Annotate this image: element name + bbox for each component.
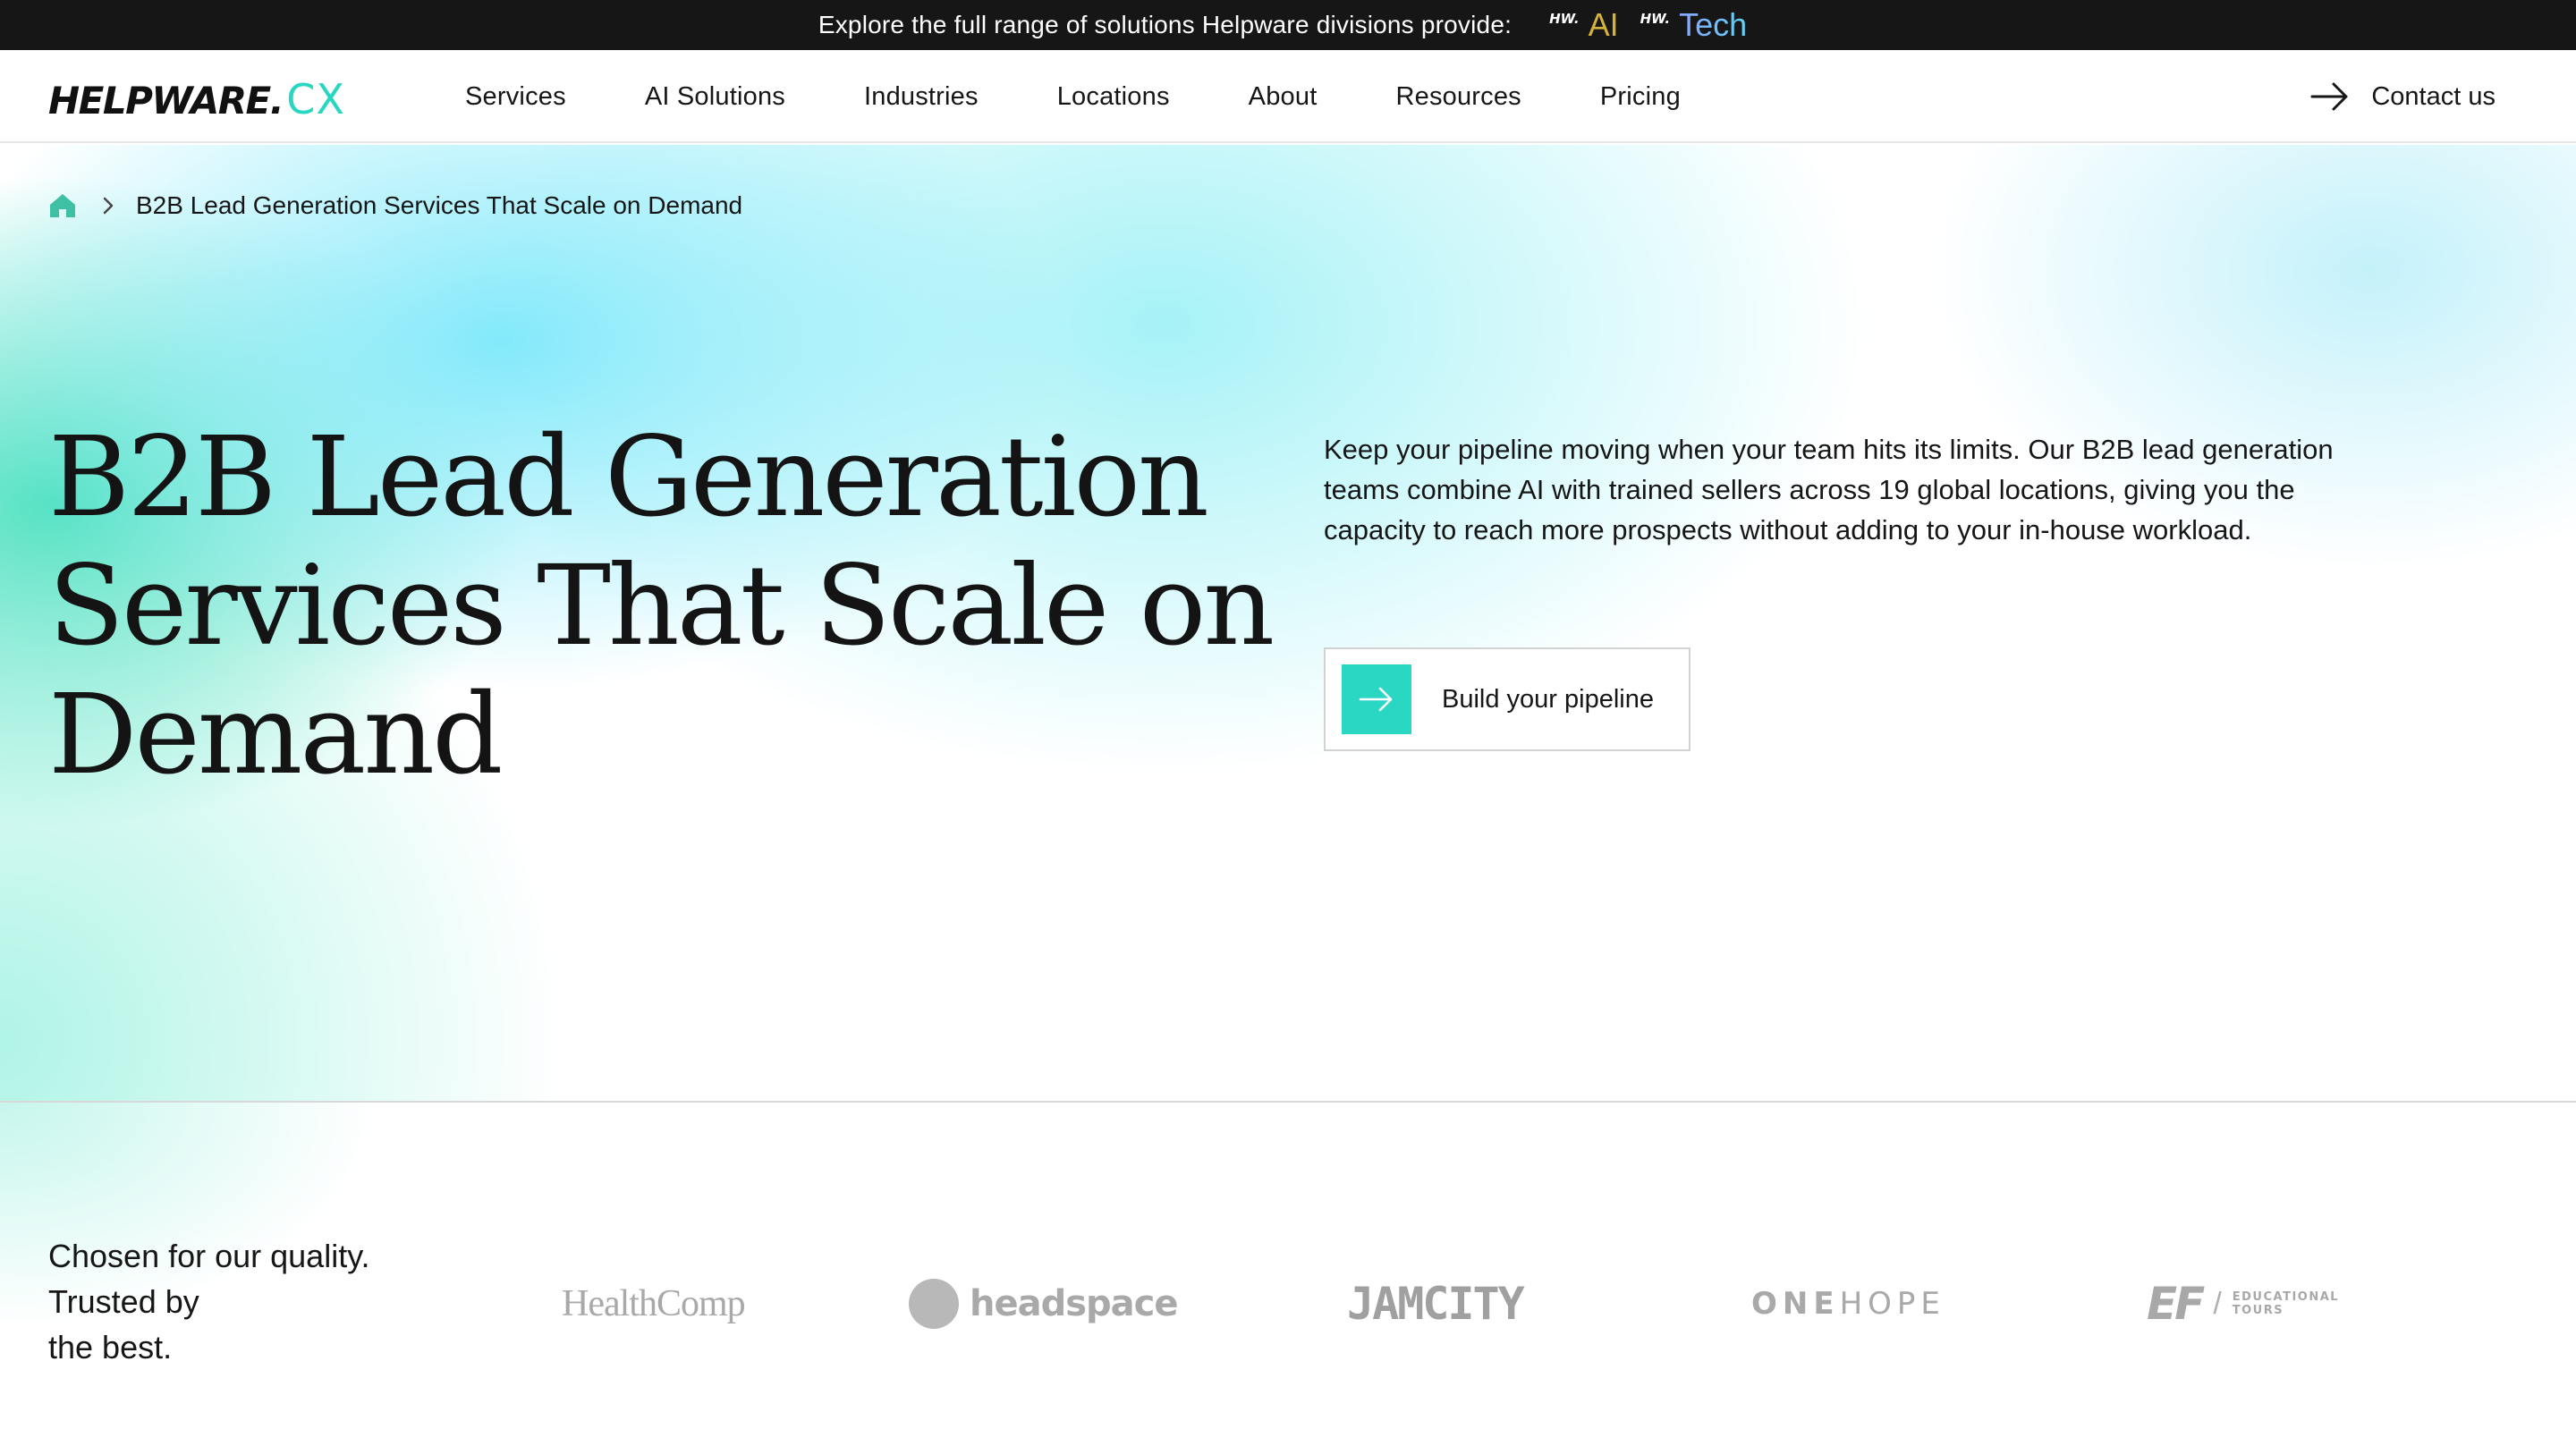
nav-pricing[interactable]: Pricing [1600, 82, 1681, 112]
helpware-cx-logo[interactable]: HELPWARE. CX [48, 75, 345, 123]
contact-us-label: Contact us [2371, 81, 2496, 111]
hw-mark: HW. [1549, 11, 1580, 27]
hero-section: B2B Lead Generation Services That Scale … [0, 145, 2576, 1102]
client-logo-ef-tours: EF / EDUCATIONAL TOURS [2147, 1268, 2349, 1340]
ef-separator: / [2213, 1286, 2222, 1321]
nav-locations[interactable]: Locations [1057, 82, 1170, 112]
breadcrumb-current: B2B Lead Generation Services That Scale … [136, 191, 743, 219]
division-name-ai: AI [1588, 6, 1619, 43]
nav-ai-solutions[interactable]: AI Solutions [645, 82, 785, 112]
client-logo-jamcity: JAMCITY [1347, 1268, 1525, 1340]
trusted-by-section: Chosen for our quality. Trusted by the b… [0, 1103, 2576, 1429]
chevron-right-icon [103, 197, 114, 215]
healthcomp-wordmark: HealthComp [562, 1283, 746, 1324]
announcement-text: Explore the full range of solutions Help… [818, 11, 1513, 38]
onehope-wordmark-b: HOPE [1839, 1286, 1945, 1322]
arrow-right-icon [1359, 687, 1393, 712]
division-link-ai[interactable]: HW. AI [1549, 7, 1619, 43]
arrow-right-icon [2310, 82, 2348, 111]
logo-suffix: CX [286, 75, 345, 123]
site-header: HELPWARE. CX Services AI Solutions Indus… [0, 50, 2576, 143]
client-logos: HealthComp headspace JAMCITY ONE HOPE EF … [0, 1103, 2576, 1429]
hero-description: Keep your pipeline moving when your team… [1324, 434, 2334, 545]
client-logo-headspace: headspace [909, 1268, 1179, 1340]
page-title: B2B Lead Generation Services That Scale … [48, 413, 1275, 799]
ef-mark: EF [2147, 1278, 2205, 1330]
contact-us-link[interactable]: Contact us [2310, 50, 2496, 143]
client-logo-onehope: ONE HOPE [1751, 1268, 1945, 1340]
headspace-wordmark: headspace [970, 1283, 1179, 1324]
cta-icon-box [1342, 664, 1411, 734]
main-nav: Services AI Solutions Industries Locatio… [465, 50, 1759, 143]
jamcity-wordmark: JAMCITY [1347, 1278, 1525, 1330]
headspace-dot-icon [909, 1279, 959, 1329]
nav-industries[interactable]: Industries [864, 82, 979, 112]
breadcrumb: B2B Lead Generation Services That Scale … [48, 191, 742, 220]
division-link-tech[interactable]: HW. Tech [1640, 7, 1748, 43]
build-pipeline-button[interactable]: Build your pipeline [1324, 647, 1690, 751]
onehope-wordmark-a: ONE [1751, 1286, 1840, 1322]
build-pipeline-label: Build your pipeline [1442, 684, 1654, 714]
home-icon[interactable] [48, 192, 77, 219]
ef-subtitle: EDUCATIONAL TOURS [2232, 1290, 2340, 1317]
client-logo-healthcomp: HealthComp [562, 1268, 746, 1340]
division-name-tech: Tech [1679, 6, 1748, 43]
nav-about[interactable]: About [1249, 82, 1318, 112]
nav-services[interactable]: Services [465, 82, 566, 112]
logo-wordmark: HELPWARE. [48, 79, 284, 123]
nav-resources[interactable]: Resources [1395, 82, 1521, 112]
division-announcement-bar: Explore the full range of solutions Help… [0, 0, 2576, 50]
hw-mark: HW. [1640, 11, 1671, 27]
